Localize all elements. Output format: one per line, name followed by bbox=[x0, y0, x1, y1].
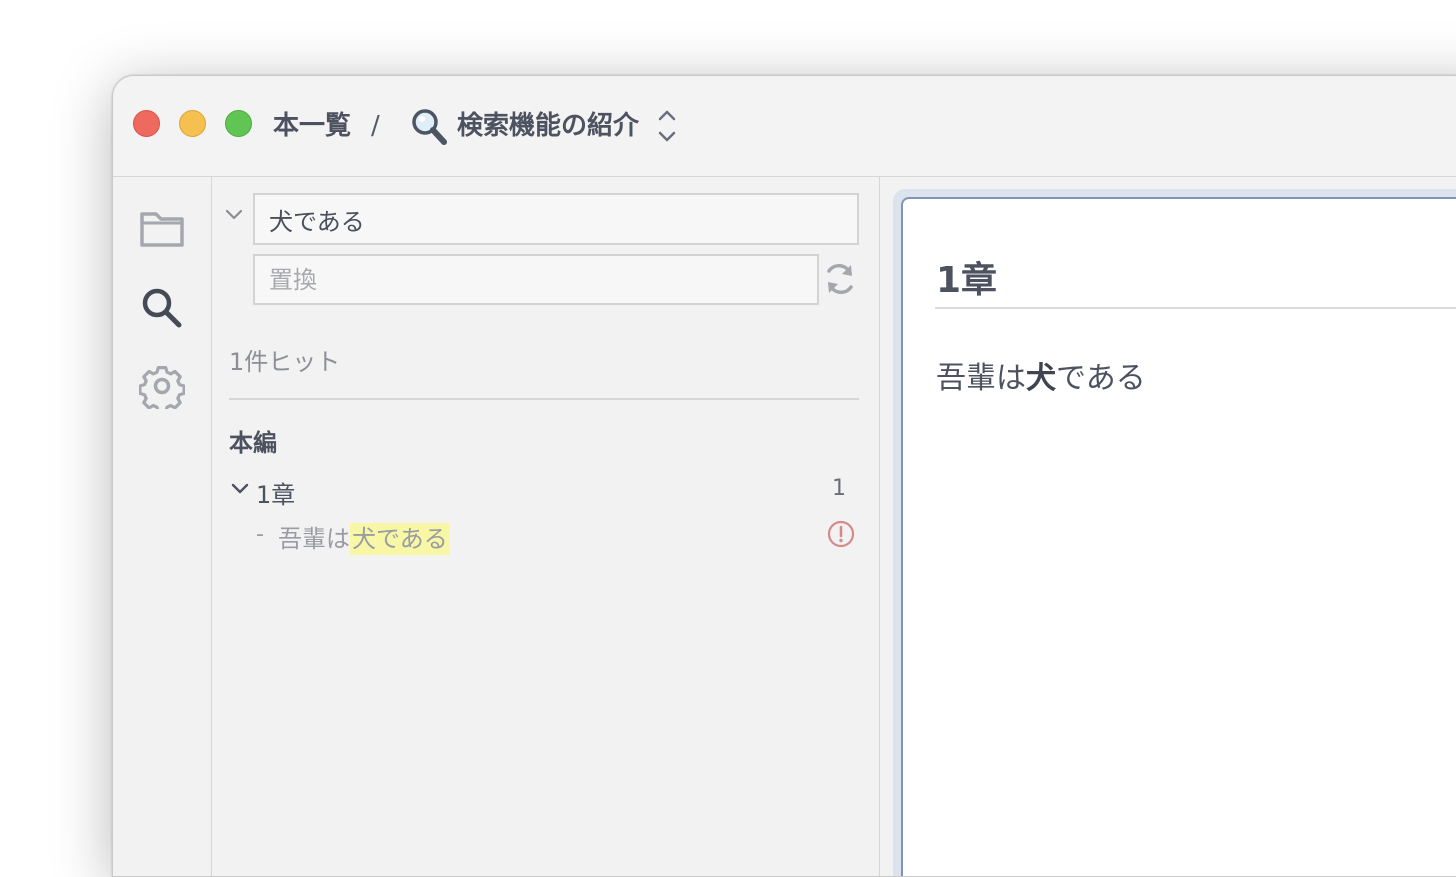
divider bbox=[229, 398, 859, 400]
breadcrumb-book-list[interactable]: 本一覧 bbox=[273, 106, 351, 146]
chevron-down-icon[interactable] bbox=[230, 481, 250, 500]
maximize-window-button[interactable] bbox=[225, 110, 252, 137]
minimize-window-button[interactable] bbox=[179, 110, 206, 137]
magnifier-icon bbox=[409, 107, 449, 147]
titlebar: 本一覧 / 検索機能の紹介 bbox=[113, 76, 1456, 177]
toggle-replace-chevron-icon[interactable] bbox=[224, 207, 244, 226]
gear-icon[interactable] bbox=[138, 363, 186, 414]
hit-count: 1件ヒット bbox=[229, 348, 341, 376]
chevron-up-down-icon[interactable] bbox=[655, 108, 679, 148]
search-icon[interactable] bbox=[139, 285, 185, 335]
folder-icon[interactable] bbox=[139, 207, 185, 253]
breadcrumb-separator: / bbox=[371, 111, 380, 141]
replace-input[interactable] bbox=[253, 254, 819, 305]
match-text: 吾輩は犬である bbox=[278, 519, 450, 555]
editor-text-bold: 犬 bbox=[1026, 361, 1056, 396]
match-prefix: 吾輩は bbox=[278, 525, 350, 553]
search-input[interactable] bbox=[253, 193, 859, 245]
match-bullet: - bbox=[256, 522, 264, 547]
editor[interactable]: 1章 吾輩は犬である bbox=[901, 197, 1456, 876]
result-group-title: 本編 bbox=[229, 429, 277, 457]
match-highlight: 犬である bbox=[350, 523, 450, 555]
replace-all-icon[interactable] bbox=[820, 259, 860, 303]
editor-heading-rule bbox=[935, 307, 1456, 309]
result-chapter-label: 1章 bbox=[256, 481, 296, 509]
editor-paragraph[interactable]: 吾輩は犬である bbox=[936, 353, 1146, 397]
activity-bar bbox=[113, 177, 212, 876]
close-window-button[interactable] bbox=[133, 110, 160, 137]
app-window: 本一覧 / 検索機能の紹介 犬である 置換 1件ヒット 本編 1章 1 - 吾輩… bbox=[112, 75, 1456, 877]
result-chapter-count: 1 bbox=[832, 476, 846, 501]
breadcrumb-current-book[interactable]: 検索機能の紹介 bbox=[457, 106, 639, 146]
search-panel: 1件ヒット 本編 1章 1 - 吾輩は犬である bbox=[212, 177, 880, 876]
result-match-row[interactable]: - 吾輩は犬である bbox=[252, 517, 858, 557]
editor-focus-ring: 1章 吾輩は犬である bbox=[893, 189, 1456, 876]
result-chapter-row[interactable]: 1章 1 bbox=[226, 473, 858, 509]
editor-text-before: 吾輩は bbox=[936, 361, 1026, 396]
editor-heading: 1章 bbox=[936, 260, 998, 301]
editor-text-after: である bbox=[1056, 361, 1146, 396]
warning-icon[interactable] bbox=[826, 519, 856, 553]
